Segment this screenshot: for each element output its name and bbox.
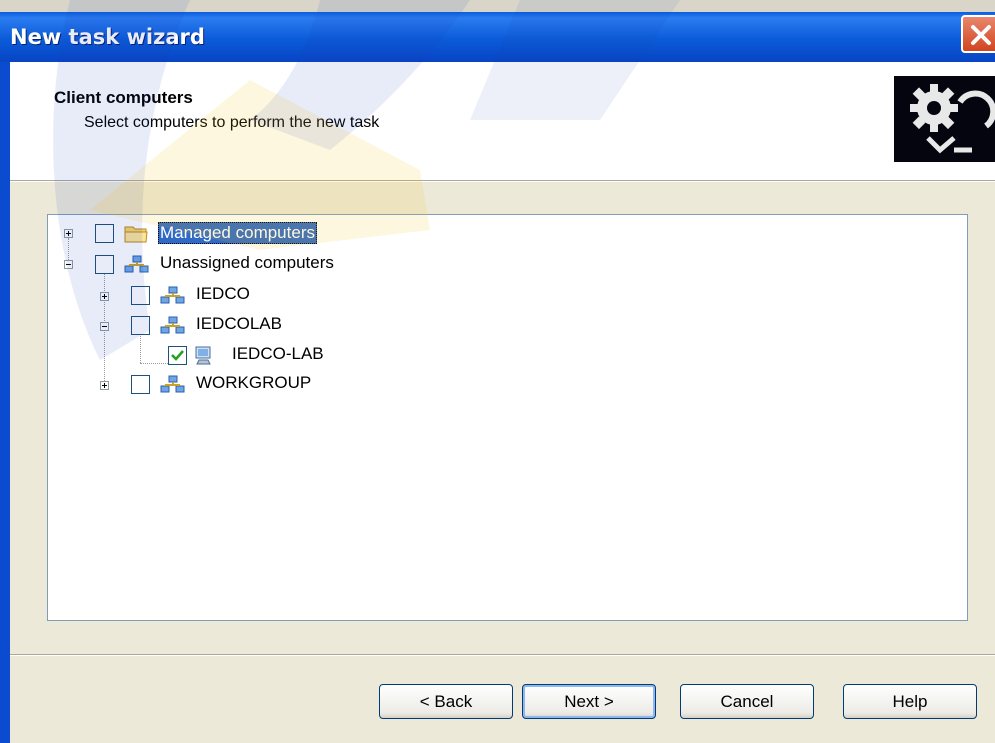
network-group-icon: [124, 255, 149, 273]
tree-item-workgroup[interactable]: WORKGROUP: [48, 372, 368, 396]
background-strip: [0, 0, 995, 12]
tree-item-label: WORKGROUP: [196, 373, 312, 392]
header-divider-highlight: [10, 181, 995, 182]
checkbox-unassigned-computers[interactable]: [95, 255, 114, 274]
next-button[interactable]: Next >: [522, 684, 656, 719]
task-gears-icon: [894, 76, 995, 162]
window-left-border: [0, 62, 10, 743]
page-subtitle: Select computers to perform the new task: [84, 114, 380, 131]
tree-item-unassigned-computers[interactable]: Unassigned computers: [48, 252, 448, 276]
page-title: Client computers: [54, 88, 193, 107]
tree-item-label: Unassigned computers: [160, 253, 334, 272]
cancel-button[interactable]: Cancel: [680, 684, 814, 719]
folder-icon: [124, 226, 148, 243]
collapse-icon[interactable]: [100, 322, 109, 331]
checkbox-iedcolab[interactable]: [131, 316, 150, 335]
help-button[interactable]: Help: [843, 684, 977, 719]
computer-tree[interactable]: Managed computers Unassigned computers I…: [47, 214, 968, 621]
back-button[interactable]: < Back: [379, 684, 513, 719]
expand-icon[interactable]: [100, 292, 109, 301]
wizard-header: Client computers Select computers to per…: [10, 62, 995, 180]
close-button[interactable]: [961, 15, 995, 53]
tree-item-iedco[interactable]: IEDCO: [48, 283, 348, 307]
expand-icon[interactable]: [100, 381, 109, 390]
checkmark-icon: [171, 350, 184, 361]
tree-item-label: Managed computers: [158, 222, 317, 244]
close-icon: [971, 25, 991, 45]
tree-item-label: IEDCOLAB: [196, 314, 282, 333]
tree-item-label: IEDCO-LAB: [232, 344, 324, 363]
computer-icon: [195, 346, 211, 365]
footer-divider-highlight: [10, 655, 995, 656]
wizard-window: New task wizard Client computers Select …: [0, 0, 995, 743]
tree-item-iedcolab[interactable]: IEDCOLAB: [48, 313, 348, 337]
tree-item-managed-computers[interactable]: Managed computers: [48, 221, 448, 245]
checkbox-iedco-lab[interactable]: [168, 346, 187, 365]
window-title: New task wizard: [10, 25, 205, 49]
collapse-icon[interactable]: [64, 260, 73, 269]
checkbox-managed-computers[interactable]: [95, 224, 114, 243]
tree-item-iedco-lab[interactable]: IEDCO-LAB: [48, 343, 368, 367]
tree-item-label: IEDCO: [196, 284, 250, 303]
network-group-icon: [160, 375, 185, 393]
title-bar[interactable]: New task wizard: [0, 12, 995, 62]
checkbox-iedco[interactable]: [131, 286, 150, 305]
network-group-icon: [160, 316, 185, 334]
network-group-icon: [160, 286, 185, 304]
checkbox-workgroup[interactable]: [131, 375, 150, 394]
expand-icon[interactable]: [64, 229, 73, 238]
